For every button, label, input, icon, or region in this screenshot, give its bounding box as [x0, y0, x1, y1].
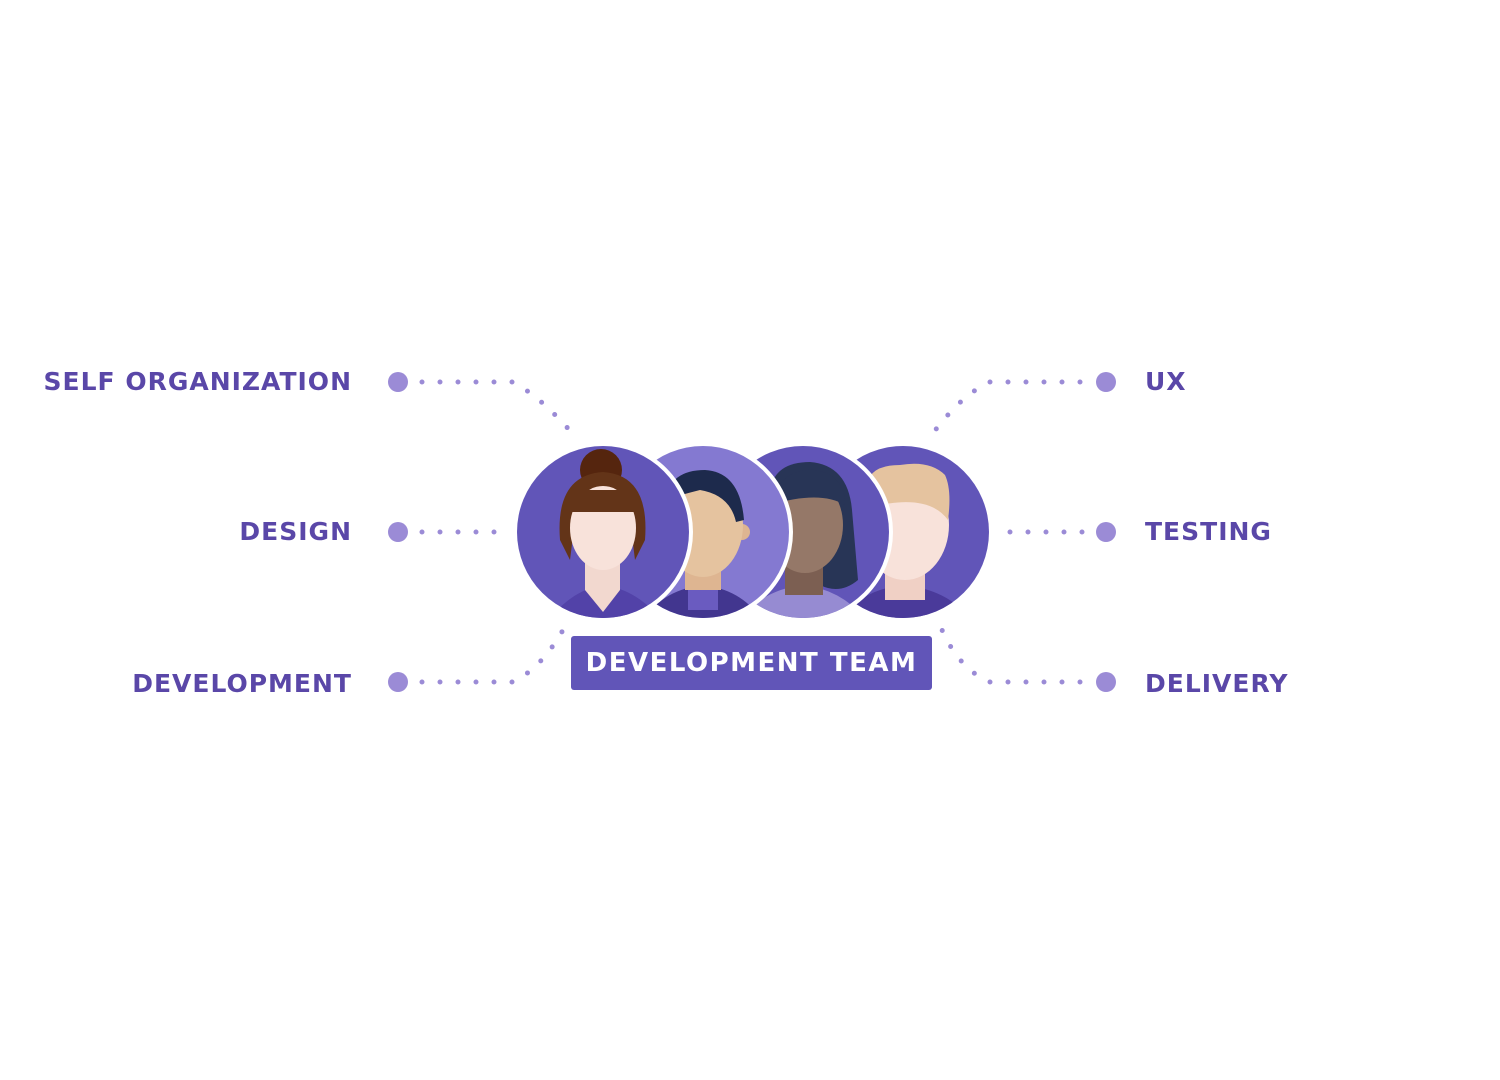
label-development: DEVELOPMENT: [132, 669, 352, 698]
node-dot: [388, 372, 408, 392]
connector-development: [419, 627, 566, 685]
node-dot: [1096, 372, 1116, 392]
node-dot: [388, 672, 408, 692]
connector-ux: [925, 379, 1083, 443]
connector-delivery: [939, 627, 1083, 685]
label-self-organization: SELF ORGANIZATION: [43, 367, 352, 396]
node-dot: [1096, 522, 1116, 542]
node-dot: [388, 522, 408, 542]
development-team-badge: DEVELOPMENT TEAM: [571, 636, 932, 690]
label-ux: UX: [1145, 367, 1187, 396]
connector-self-organization: [419, 379, 581, 443]
label-design: DESIGN: [239, 517, 352, 546]
diagram: [388, 372, 1116, 692]
label-delivery: DELIVERY: [1145, 669, 1289, 698]
node-dot: [1096, 672, 1116, 692]
label-testing: TESTING: [1145, 517, 1272, 546]
